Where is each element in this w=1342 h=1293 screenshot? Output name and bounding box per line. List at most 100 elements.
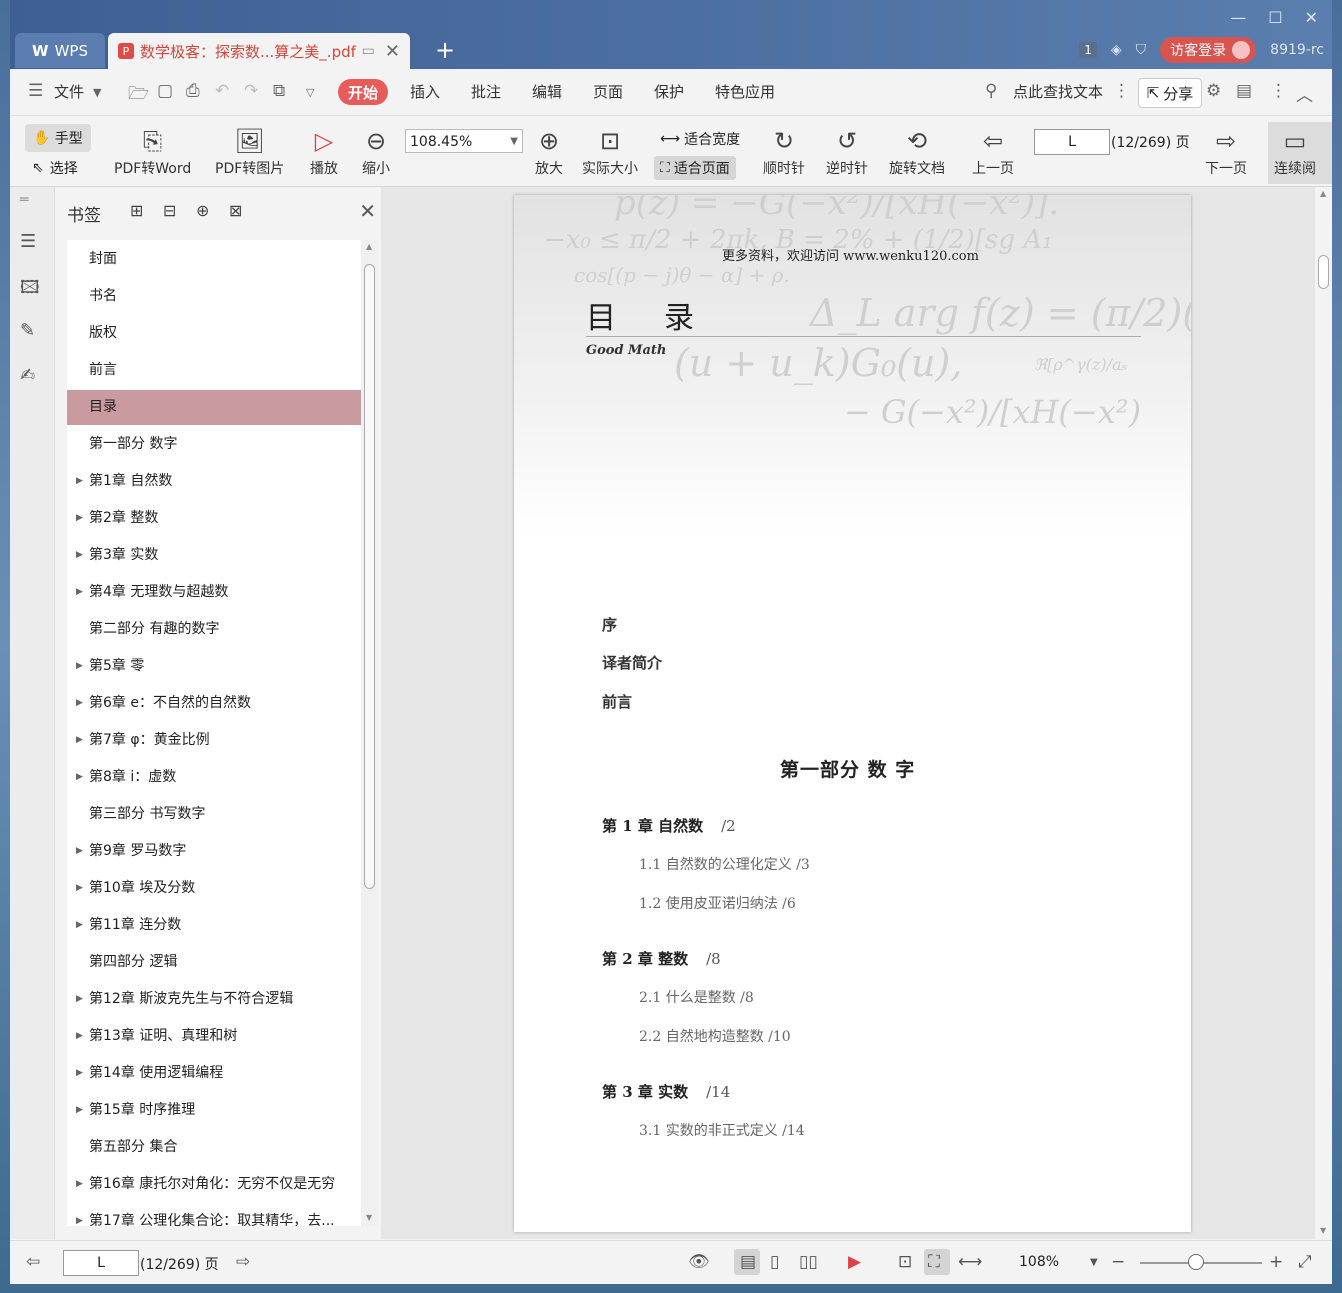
more-vertical-icon[interactable]: ⋮ <box>1113 81 1130 101</box>
undo-icon[interactable]: ↶ <box>215 81 229 101</box>
single-page-icon[interactable]: ▯ <box>770 1252 779 1272</box>
status-fit-width-icon[interactable]: ⟷ <box>958 1252 982 1272</box>
zoom-out-button[interactable]: ⊖ 缩小 <box>362 124 390 178</box>
bookmark-item[interactable]: 书名 <box>67 279 361 314</box>
bookmark-list-icon[interactable]: ☰ <box>20 231 36 252</box>
tab-wps-home[interactable]: W WPS <box>15 33 105 68</box>
zoom-slider-knob[interactable] <box>1188 1254 1204 1270</box>
status-next-page-icon[interactable]: ⇨ <box>236 1252 250 1272</box>
bookmark-item[interactable]: ▶ 第7章 φ：黄金比例 <box>67 723 361 758</box>
pdf-to-word-button[interactable]: ⎘ PDF转Word <box>114 124 191 178</box>
save-icon[interactable]: ▢ <box>157 81 173 101</box>
status-zoom-in-icon[interactable]: + <box>1269 1252 1283 1272</box>
more-dropdown-icon[interactable]: ▽ <box>306 86 314 99</box>
page-number-input[interactable]: L <box>1034 129 1110 155</box>
print-icon[interactable]: ⎙ <box>186 81 200 101</box>
chevron-down-icon[interactable]: ▼ <box>93 86 101 99</box>
continuous-read-button[interactable]: ▭ 连续阅 <box>1268 122 1332 184</box>
fit-width-button[interactable]: ⟷ 适合宽度 <box>654 127 746 151</box>
redo-icon[interactable]: ↷ <box>244 81 258 101</box>
collapse-ribbon-icon[interactable]: ︿ <box>1296 81 1313 106</box>
bookmark-item[interactable]: 封面 <box>67 242 361 277</box>
status-prev-page-icon[interactable]: ⇦ <box>26 1252 40 1272</box>
select-tool-button[interactable]: ⇖ 选择 <box>32 158 78 178</box>
scroll-up-icon[interactable]: ▲ <box>366 242 372 251</box>
maximize-icon[interactable]: ☐ <box>1268 8 1282 27</box>
monitor-icon[interactable]: ▭ <box>362 43 375 59</box>
zoom-in-button[interactable]: ⊕ 放大 <box>535 124 563 178</box>
expand-arrow-icon[interactable]: ▶ <box>76 1019 83 1054</box>
bookmark-item[interactable]: 版权 <box>67 316 361 351</box>
tab-page[interactable]: 页面 <box>593 81 623 102</box>
bookmark-item[interactable]: ▶ 第10章 埃及分数 <box>67 871 361 906</box>
bookmark-item[interactable]: ▶ 第3章 实数 <box>67 538 361 573</box>
search-text-button[interactable]: 点此查找文本 <box>1013 81 1103 102</box>
bookmark-item[interactable]: 目录 <box>67 390 361 425</box>
share-button[interactable]: ⇱ 分享 <box>1138 78 1202 108</box>
minimize-icon[interactable]: — <box>1230 8 1246 27</box>
doc-scroll-down-icon[interactable]: ▼ <box>1320 1226 1326 1235</box>
tab-protect[interactable]: 保护 <box>654 81 684 102</box>
expand-arrow-icon[interactable]: ▶ <box>76 1204 83 1226</box>
collapse-all-icon[interactable]: ⊟ <box>163 201 176 220</box>
status-zoom-dropdown-icon[interactable]: ▼ <box>1090 1257 1098 1268</box>
prev-page-button[interactable]: ⇦ 上一页 <box>972 124 1014 178</box>
continuous-view-icon[interactable]: ▤ <box>740 1252 756 1272</box>
zoom-input[interactable]: 108.45% ▼ <box>405 129 523 153</box>
expand-arrow-icon[interactable]: ▶ <box>76 1093 83 1128</box>
rotate-clockwise-button[interactable]: ↻ 顺时针 <box>763 124 805 178</box>
expand-arrow-icon[interactable]: ▶ <box>76 908 83 943</box>
open-folder-icon[interactable]: 🗁 <box>128 81 149 110</box>
signature-icon[interactable]: ✍ <box>20 365 35 386</box>
skin-icon[interactable]: ◈ <box>1111 42 1122 58</box>
bookmark-item[interactable]: 第五部分 集合 <box>67 1130 361 1165</box>
document-viewport[interactable]: p(z) = −G(−x²)/[xH(−x²)]. −x₀ ≤ π/2 + 2π… <box>381 187 1332 1239</box>
bookmark-item[interactable]: ▶ 第16章 康托尔对角化：无穷不仅是无穷 <box>67 1167 361 1202</box>
bookmark-item[interactable]: ▶ 第9章 罗马数字 <box>67 834 361 869</box>
slideshow-play-icon[interactable]: ▶ <box>848 1252 861 1272</box>
bookmark-item[interactable]: ▶ 第13章 证明、真理和树 <box>67 1019 361 1054</box>
expand-arrow-icon[interactable]: ▶ <box>76 760 83 795</box>
expand-arrow-icon[interactable]: ▶ <box>76 538 83 573</box>
bookmark-item[interactable]: ▶ 第1章 自然数 <box>67 464 361 499</box>
tab-edit[interactable]: 编辑 <box>532 81 562 102</box>
actual-size-button[interactable]: ⊡ 实际大小 <box>582 124 638 178</box>
play-button[interactable]: ▷ 播放 <box>310 124 338 178</box>
bookmark-scrollbar[interactable]: ▲ ▼ <box>361 240 378 1226</box>
status-zoom-out-icon[interactable]: − <box>1111 1252 1125 1272</box>
gear-icon[interactable]: ⚙ <box>1206 81 1221 101</box>
document-scrollbar[interactable]: ▲ ▼ <box>1315 187 1332 1239</box>
rotate-document-button[interactable]: ⟲ 旋转文档 <box>889 124 945 178</box>
bookmark-item[interactable]: ▶ 第4章 无理数与超越数 <box>67 575 361 610</box>
doc-scroll-up-icon[interactable]: ▲ <box>1320 189 1326 198</box>
status-fit-page-icon[interactable]: ⛶ <box>928 1252 940 1272</box>
bookmark-item[interactable]: 第三部分 书写数字 <box>67 797 361 832</box>
shirt-icon[interactable]: ⛉ <box>1136 42 1147 58</box>
bookmark-item[interactable]: ▶ 第11章 连分数 <box>67 908 361 943</box>
pdf-to-image-button[interactable]: 🖼 PDF转图片 <box>215 124 284 178</box>
expand-arrow-icon[interactable]: ▶ <box>76 464 83 499</box>
scroll-down-icon[interactable]: ▼ <box>366 1213 372 1222</box>
tab-special[interactable]: 特色应用 <box>715 81 775 102</box>
hamburger-menu-icon[interactable]: ☰ <box>28 81 43 101</box>
tab-annotate[interactable]: 批注 <box>471 81 501 102</box>
eye-protection-icon[interactable]: 👁 <box>688 1252 710 1272</box>
expand-arrow-icon[interactable]: ▶ <box>76 686 83 721</box>
add-bookmark-icon[interactable]: ⊕ <box>196 201 209 220</box>
more-options-icon[interactable]: ⋮ <box>1270 81 1287 101</box>
expand-all-icon[interactable]: ⊞ <box>130 201 143 220</box>
bookmark-item[interactable]: ▶ 第15章 时序推理 <box>67 1093 361 1128</box>
bookmark-item[interactable]: ▶ 第5章 零 <box>67 649 361 684</box>
tab-start[interactable]: 开始 <box>338 79 388 105</box>
close-tab-icon[interactable]: ✕ <box>385 41 400 62</box>
expand-arrow-icon[interactable]: ▶ <box>76 1056 83 1091</box>
bookmark-item[interactable]: 第一部分 数字 <box>67 427 361 462</box>
new-tab-plus-icon[interactable]: + <box>435 36 455 64</box>
status-actual-size-icon[interactable]: ⊡ <box>898 1252 912 1272</box>
status-zoom-value[interactable]: 108% <box>1019 1254 1059 1270</box>
status-page-input[interactable]: L <box>63 1250 139 1276</box>
expand-arrow-icon[interactable]: ▶ <box>76 1167 83 1202</box>
expand-arrow-icon[interactable]: ▶ <box>76 649 83 684</box>
close-window-icon[interactable]: ✕ <box>1305 8 1318 27</box>
bookmark-item[interactable]: ▶ 第2章 整数 <box>67 501 361 536</box>
